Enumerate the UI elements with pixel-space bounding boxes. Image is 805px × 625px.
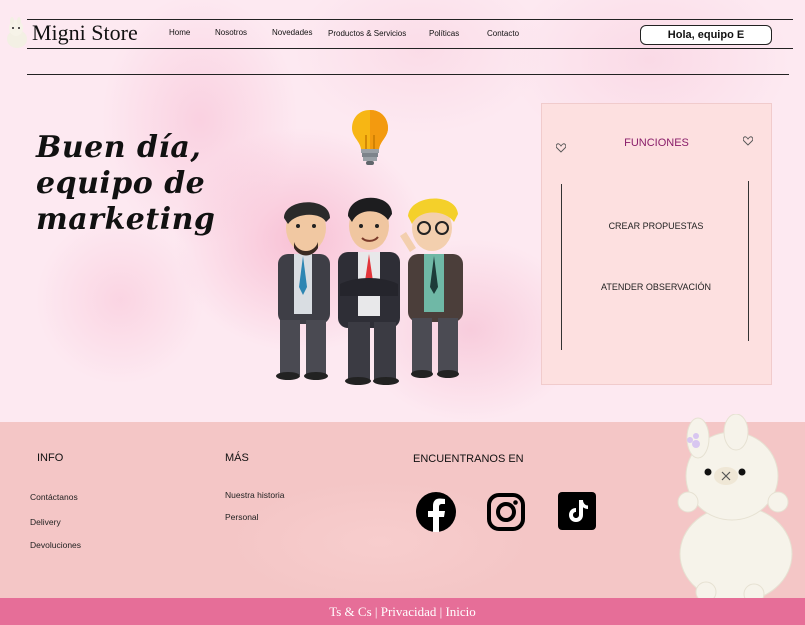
nav-contacto[interactable]: Contacto	[487, 29, 519, 38]
nav-novedades[interactable]: Novedades	[272, 28, 312, 37]
llama-illustration	[677, 414, 793, 604]
panel-title: FUNCIONES	[624, 137, 689, 149]
footer-link-personal[interactable]: Personal	[225, 512, 259, 522]
facebook-icon[interactable]	[416, 492, 456, 532]
terms-link[interactable]: Ts & Cs	[329, 604, 371, 619]
header-top-divider	[27, 19, 793, 20]
llama-logo-icon[interactable]	[4, 17, 28, 49]
nav-productos-servicios[interactable]: Productos & Servicios	[328, 29, 406, 38]
section-divider	[27, 74, 789, 75]
footer-more-title: MÁS	[225, 452, 249, 464]
functions-panel: FUNCIONES CREAR PROPUESTAS ATENDER OBSER…	[541, 103, 772, 385]
hero-title-line1: Buen día,	[36, 130, 202, 165]
business-team-illustration	[276, 197, 463, 385]
footer-social-title: ENCUENTRANOS EN	[413, 453, 524, 465]
footer-link-devoluciones[interactable]: Devoluciones	[30, 540, 81, 550]
hero-title-line3: marketing	[36, 202, 216, 237]
nav-politicas[interactable]: Políticas	[429, 29, 459, 38]
bottom-bar: Ts & Cs | Privacidad | Inicio	[0, 598, 805, 625]
nav-home[interactable]: Home	[169, 28, 190, 37]
instagram-icon[interactable]	[486, 492, 526, 532]
brand-name[interactable]: Migni Store	[32, 20, 138, 46]
separator: |	[439, 604, 443, 619]
hero-title: Buen día, equipo de marketing	[36, 130, 276, 238]
separator: |	[374, 604, 378, 619]
footer-link-delivery[interactable]: Delivery	[30, 517, 61, 527]
footer-info-title: INFO	[37, 452, 64, 464]
nav-nosotros[interactable]: Nosotros	[215, 28, 247, 37]
tiktok-icon[interactable]	[558, 492, 596, 530]
atender-observacion-link[interactable]: ATENDER OBSERVACIÓN	[552, 282, 760, 292]
greeting-button[interactable]: Hola, equipo E	[640, 25, 772, 45]
panel-left-divider	[561, 184, 562, 350]
panel-right-divider	[748, 181, 749, 341]
crear-propuestas-link[interactable]: CREAR PROPUESTAS	[552, 221, 760, 231]
footer-link-contactanos[interactable]: Contáctanos	[30, 492, 78, 502]
header-bottom-divider	[27, 48, 793, 49]
hero-title-line2: equipo de	[36, 166, 206, 201]
lightbulb-icon	[352, 110, 388, 165]
privacy-link[interactable]: Privacidad	[381, 604, 437, 619]
footer-link-nuestra-historia[interactable]: Nuestra historia	[225, 490, 285, 500]
home-link[interactable]: Inicio	[445, 604, 475, 619]
